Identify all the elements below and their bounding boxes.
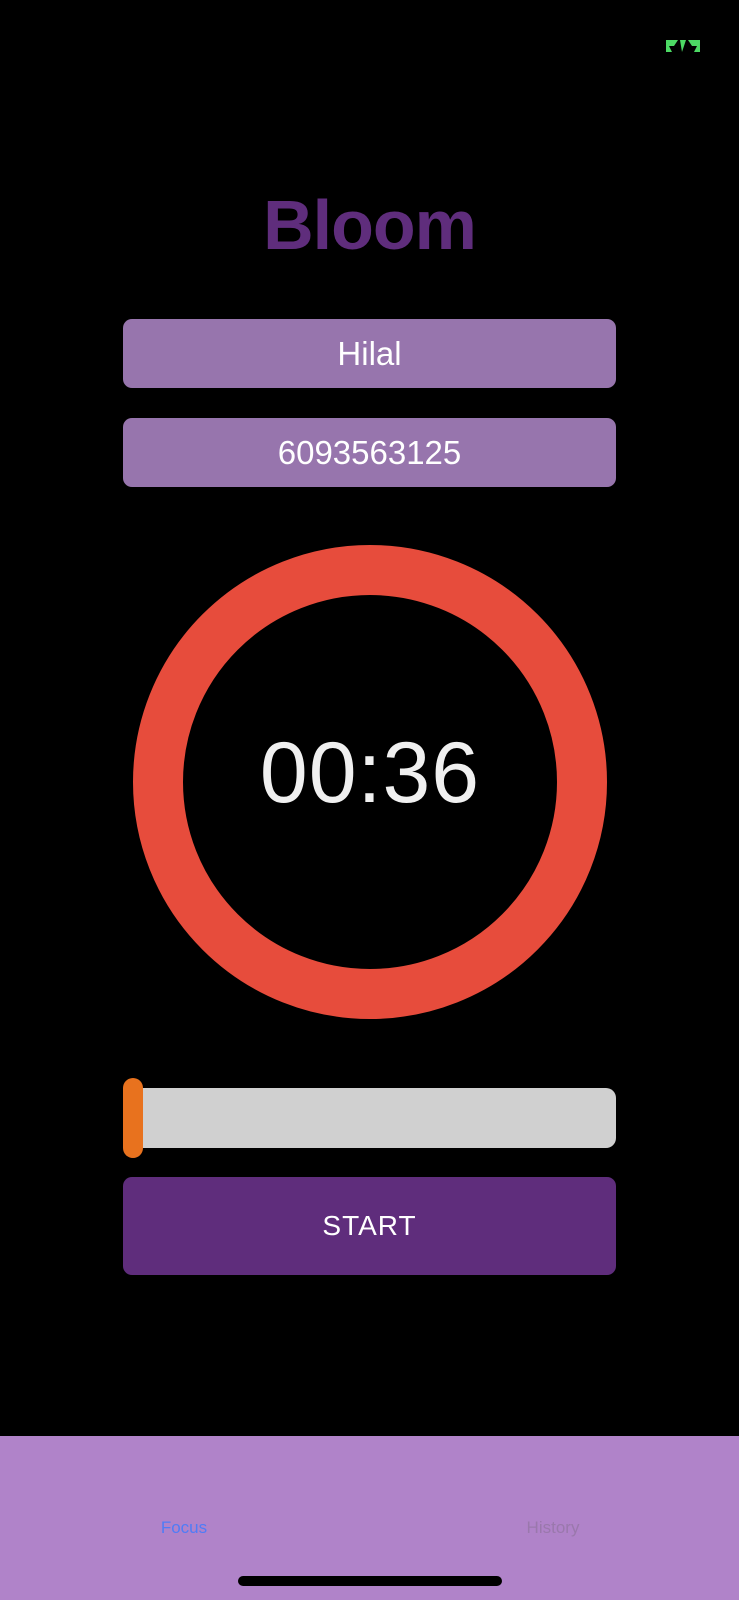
tab-history[interactable]: History — [463, 1518, 643, 1538]
battery-charging-icon — [666, 40, 700, 52]
slider-thumb[interactable] — [123, 1078, 143, 1158]
app-title: Bloom — [263, 186, 477, 264]
phone-field[interactable]: 6093563125 — [123, 418, 616, 487]
app-screen: Bloom Hilal 6093563125 00:36 START Focus… — [0, 0, 739, 1600]
tab-focus[interactable]: Focus — [94, 1518, 274, 1538]
tab-bar: Focus History — [0, 1436, 739, 1600]
timer-display: 00:36 — [259, 725, 481, 821]
start-button[interactable]: START — [123, 1177, 616, 1275]
slider-track[interactable] — [123, 1088, 616, 1148]
name-field[interactable]: Hilal — [123, 319, 616, 388]
home-indicator[interactable] — [238, 1576, 502, 1586]
duration-slider[interactable] — [123, 1078, 616, 1158]
